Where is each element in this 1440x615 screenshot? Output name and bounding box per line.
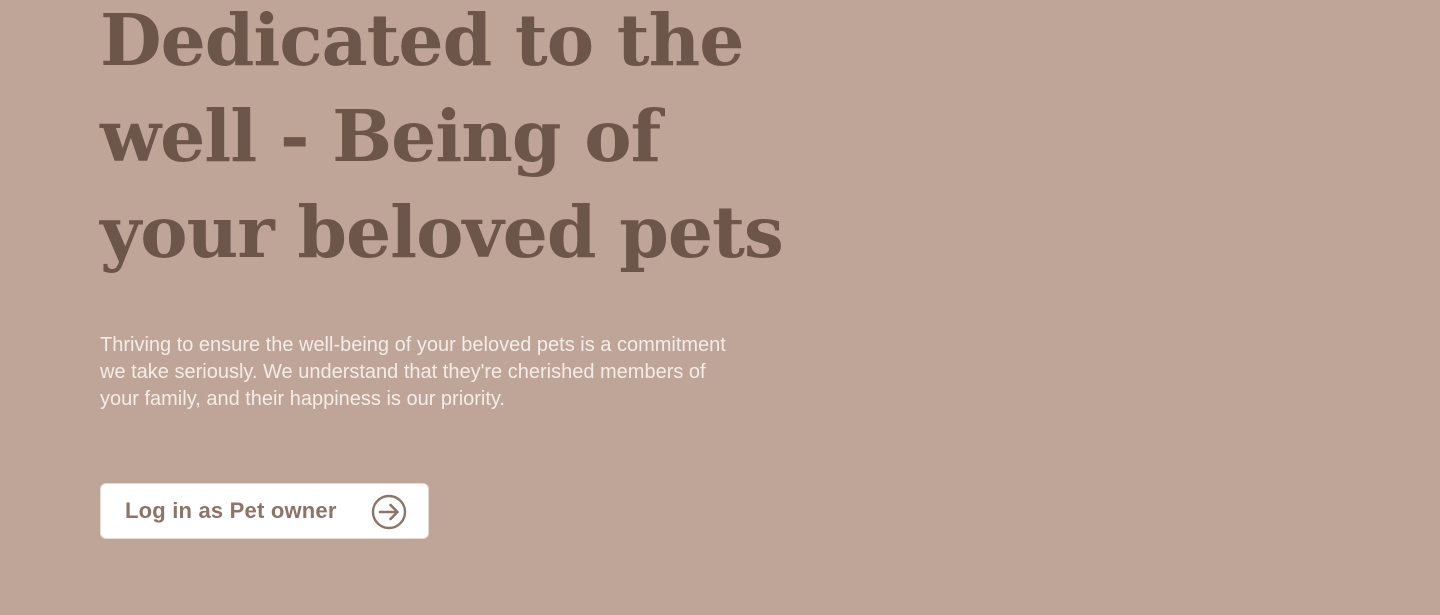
login-pet-owner-label: Log in as Pet owner <box>125 498 337 523</box>
arrow-right-circle-icon <box>371 494 407 530</box>
login-pet-owner-button[interactable]: Log in as Pet owner <box>100 483 429 539</box>
hero-title: Dedicated to the well - Being of your be… <box>100 0 784 274</box>
hero-description: Thriving to ensure the well-being of you… <box>100 334 726 410</box>
